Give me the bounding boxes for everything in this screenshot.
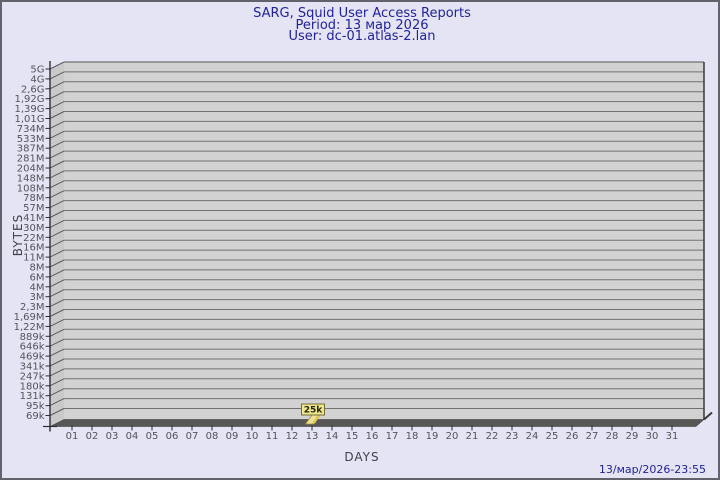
x-axis-tick-label: 23 [506,431,519,442]
x-axis-tick-label: 02 [86,431,99,442]
x-axis-tick-label: 29 [626,431,639,442]
x-axis-tick-label: 07 [186,431,199,442]
x-axis-tick-label: 20 [446,431,459,442]
x-axis-tick-label: 15 [346,431,359,442]
x-axis-tick-label: 18 [406,431,419,442]
x-axis-tick-label: 13 [306,431,319,442]
floor-depth-edge [703,411,713,421]
x-axis-tick-label: 30 [646,431,659,442]
x-axis-tick-label: 31 [666,431,679,442]
x-axis-tick-label: 16 [366,431,379,442]
chart-canvas: 5G4G2,6G1,92G1,39G1,01G734M533M387M281M2… [14,61,713,442]
y-axis-title: BYTES [11,213,25,257]
x-axis-tick-label: 25 [546,431,559,442]
x-axis-tick-label: 28 [606,431,619,442]
x-axis-tick-label: 01 [66,431,79,442]
x-axis-tick-label: 11 [266,431,279,442]
x-axis-tick-label: 26 [566,431,579,442]
chart-user: User: dc-01.atlas-2.lan [288,29,436,44]
x-axis-tick-label: 09 [226,431,239,442]
x-axis-tick-label: 24 [526,431,539,442]
chart-frame: 5G 4G 2,6G 1,92G 1,39G 1,01G 734M 533M 387M 281M 2… [0,0,720,480]
x-axis-tick-label: 04 [126,431,139,442]
x-axis-tick-label: 17 [386,431,399,442]
x-axis-tick-label: 12 [286,431,299,442]
x-axis-tick-label: 03 [106,431,119,442]
x-axis-tick-label: 21 [466,431,479,442]
y-axis-tick-label: 69k [26,411,45,422]
x-axis-title: DAYS [344,450,380,464]
x-axis-tick-label: 27 [586,431,599,442]
bar-value-label: 25k [304,406,324,416]
x-axis-tick-label: 14 [326,431,339,442]
x-axis-tick-label: 05 [146,431,159,442]
footer-timestamp: 13/мар/2026-23:55 [598,463,706,476]
x-axis-tick-label: 06 [166,431,179,442]
floor [49,419,705,427]
x-axis-tick-label: 22 [486,431,499,442]
plot-area [64,62,704,420]
x-axis-tick-label: 10 [246,431,259,442]
x-axis-tick-label: 08 [206,431,219,442]
x-axis-tick-label: 19 [426,431,439,442]
